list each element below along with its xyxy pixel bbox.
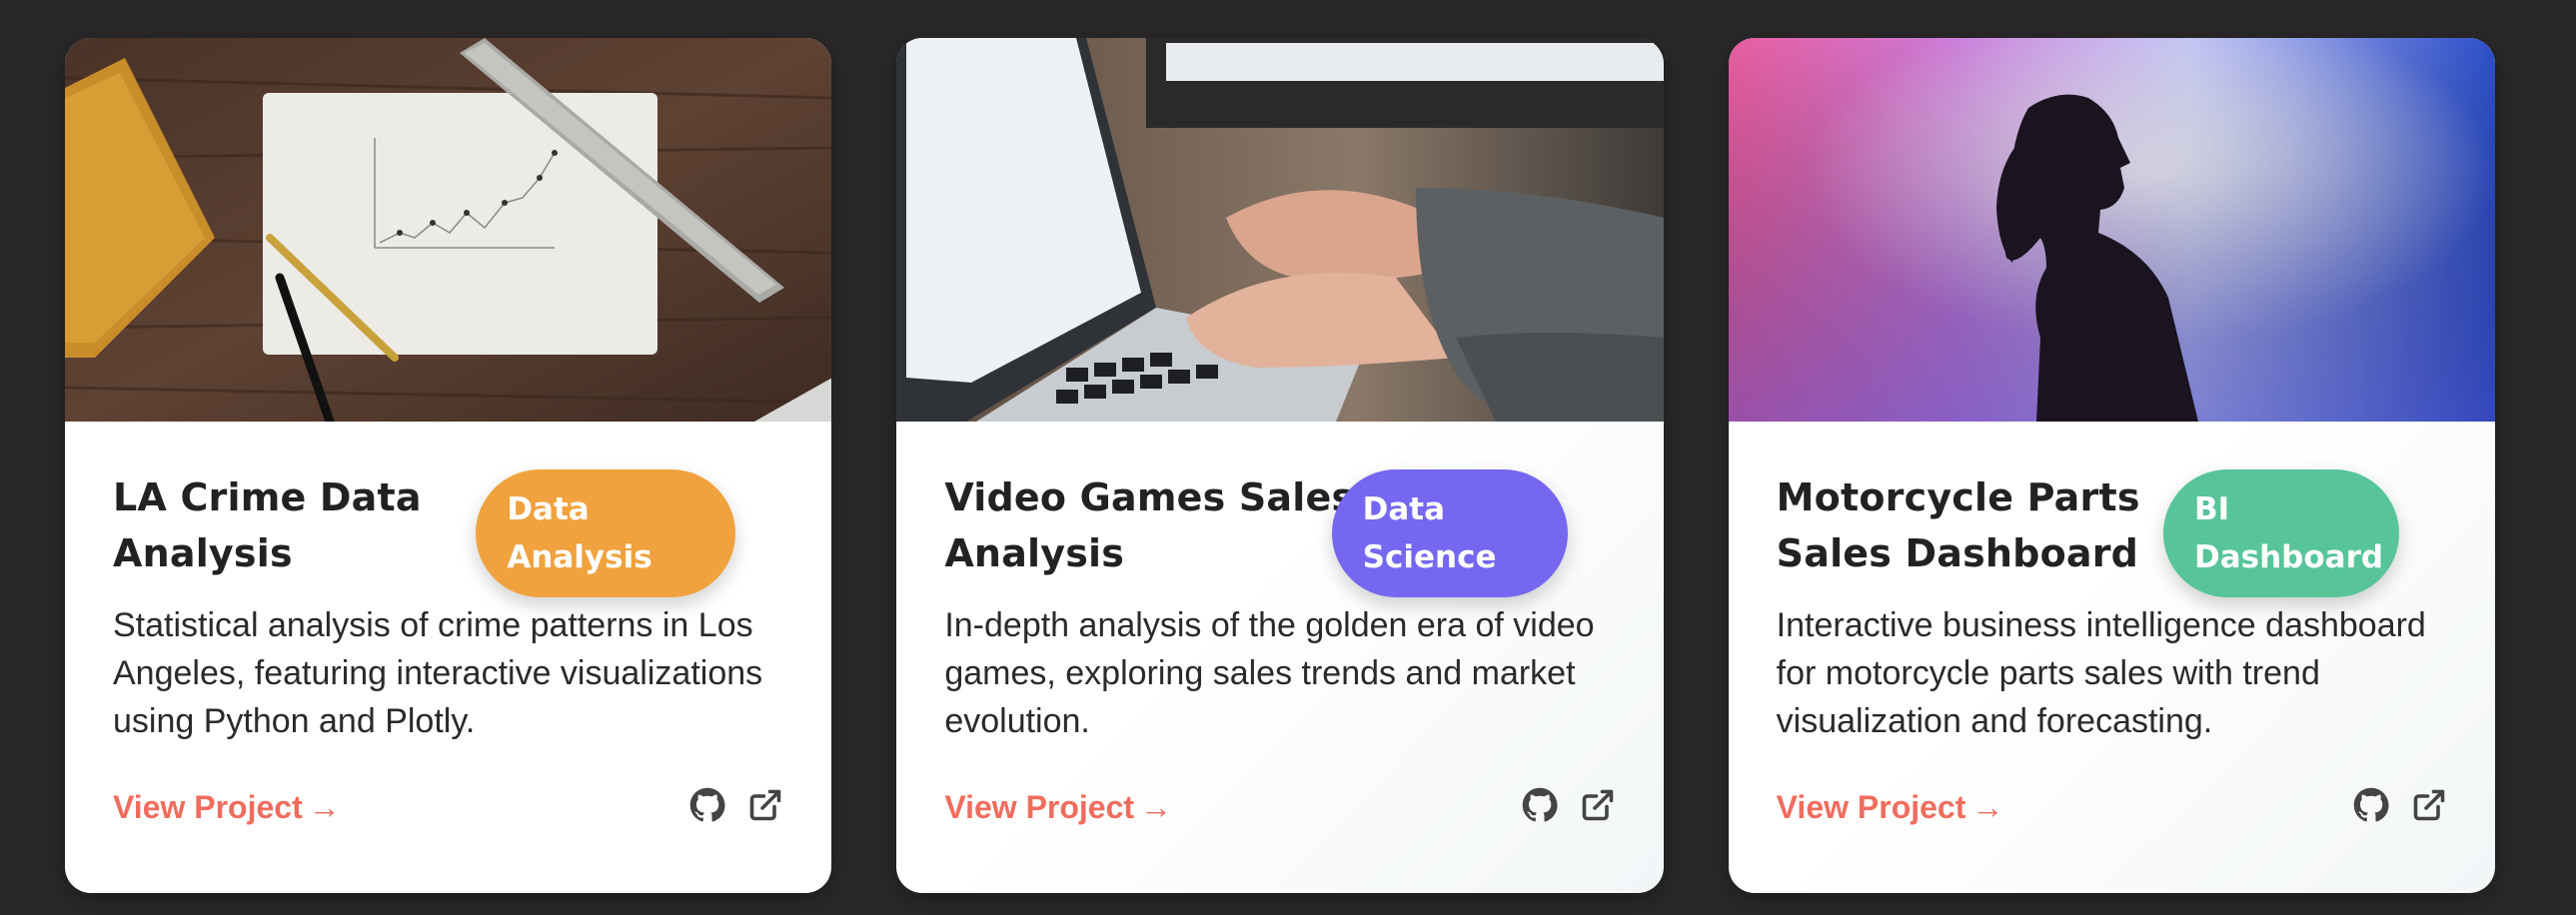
external-link-icon[interactable] [2411, 787, 2447, 823]
github-icon[interactable] [2353, 787, 2389, 823]
arrow-right-icon: → [1140, 789, 1173, 825]
project-card: Video Games Sales Analysis Data Science … [896, 38, 1664, 893]
project-thumbnail-silhouette [1728, 38, 2495, 422]
view-project-label: View Project [944, 789, 1135, 825]
project-card: Motorcycle Parts Sales Dashboard BI Dash… [1728, 38, 2495, 893]
arrow-right-icon: → [1971, 789, 2004, 825]
project-grid: LA Crime Data Analysis Data Analysis Sta… [65, 38, 2495, 893]
github-icon[interactable] [689, 787, 725, 823]
view-project-label: View Project [1776, 789, 1966, 825]
project-title: Video Games Sales Analysis [944, 475, 1355, 575]
view-project-link[interactable]: View Project → [944, 785, 1172, 829]
view-project-label: View Project [113, 789, 303, 825]
category-badge: BI Dashboard [2162, 469, 2399, 597]
view-project-link[interactable]: View Project → [113, 785, 341, 829]
category-badge: Data Science [1331, 469, 1568, 597]
project-description: Statistical analysis of crime patterns i… [113, 606, 763, 740]
external-link-icon[interactable] [747, 787, 783, 823]
category-badge: Data Analysis [476, 469, 736, 597]
project-card: LA Crime Data Analysis Data Analysis Sta… [65, 38, 832, 893]
view-project-link[interactable]: View Project → [1777, 785, 2004, 829]
project-thumbnail-laptop [896, 38, 1664, 422]
github-icon[interactable] [1522, 787, 1558, 823]
arrow-right-icon: → [308, 789, 341, 825]
external-link-icon[interactable] [1580, 787, 1616, 823]
project-description: Interactive business intelligence dashbo… [1776, 606, 2426, 740]
project-description: In-depth analysis of the golden era of v… [944, 606, 1595, 740]
project-thumbnail-desk-chart [65, 38, 832, 422]
